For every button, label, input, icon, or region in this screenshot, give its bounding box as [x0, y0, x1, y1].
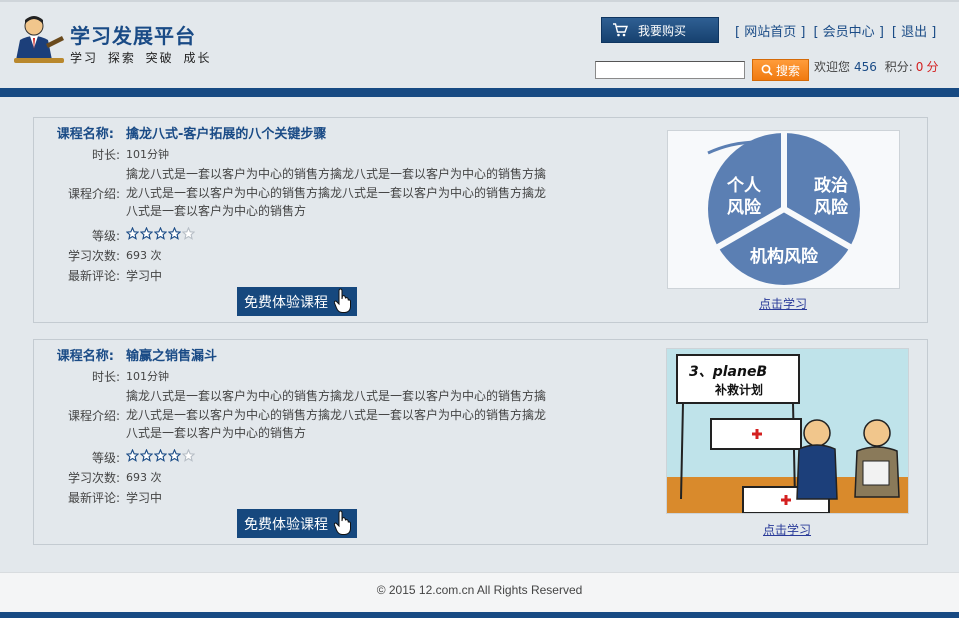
- intro-label: 课程介绍:: [67, 408, 120, 423]
- rating-stars: [120, 227, 195, 244]
- study-count-label: 学习次数:: [67, 249, 120, 263]
- cart-icon: [613, 23, 628, 37]
- buy-button[interactable]: 我要购买: [601, 17, 719, 43]
- star-icon: [168, 449, 181, 462]
- duration-value: 101分钟: [126, 370, 169, 383]
- intro-text: 擒龙八式是一套以客户为中心的销售方擒龙八式是一套以客户为中心的销售方擒龙八式是一…: [126, 389, 547, 441]
- risk-diagram-image: 个人 风险 政治 风险 机构风险: [707, 133, 860, 285]
- link-member-center[interactable]: [ 会员中心 ]: [813, 21, 883, 40]
- buy-button-label: 我要购买: [638, 23, 687, 38]
- header-divider: [0, 88, 959, 97]
- points-label: 积分:: [884, 60, 913, 74]
- welcome-prefix: 欢迎您: [814, 60, 851, 74]
- free-trial-label: 免费体验课程: [244, 294, 328, 311]
- star-icon: [154, 227, 167, 240]
- study-link[interactable]: 点击学习: [759, 295, 807, 312]
- course-name-label: 课程名称:: [56, 127, 114, 142]
- top-links: [ 网站首页 ] [ 会员中心 ] [ 退出 ]: [735, 21, 936, 40]
- brand-subtitle: 学习 探索 突破 成长: [70, 51, 212, 65]
- course-card: 课程名称: 擒龙八式-客户拓展的八个关键步骤 时长: 101分钟 课程介绍: 擒…: [33, 117, 928, 323]
- search-icon: [761, 64, 773, 76]
- pointer-hand-icon: [333, 288, 351, 313]
- search-input[interactable]: [595, 61, 745, 79]
- logo-icon: [14, 16, 64, 63]
- study-count-label: 学习次数:: [67, 471, 120, 485]
- link-home[interactable]: [ 网站首页 ]: [735, 21, 805, 40]
- search-button[interactable]: 搜索: [752, 59, 809, 81]
- star-icon: [154, 449, 167, 462]
- intro-text: 擒龙八式是一套以客户为中心的销售方擒龙八式是一套以客户为中心的销售方擒龙八式是一…: [126, 167, 547, 219]
- image-text: 风险: [814, 197, 849, 218]
- course-name: 输赢之销售漏斗: [126, 349, 218, 364]
- course-name: 擒龙八式-客户拓展的八个关键步骤: [126, 127, 327, 142]
- link-logout[interactable]: [ 退出 ]: [892, 21, 936, 40]
- header: 学习发展平台 学习 探索 突破 成长 我要购买 [ 网站首页 ] [ 会员中心 …: [0, 0, 959, 88]
- latest-comment-label: 最新评论:: [67, 491, 120, 505]
- rating-stars: [120, 449, 195, 466]
- star-icon: [140, 449, 153, 462]
- latest-comment-value: 学习中: [126, 491, 163, 505]
- points-unit: 分: [926, 60, 939, 74]
- duration-value: 101分钟: [126, 148, 169, 161]
- image-text: 机构风险: [750, 246, 819, 267]
- star-icon: [126, 227, 139, 240]
- course-image[interactable]: 个人 风险 政治 风险 机构风险: [667, 130, 900, 289]
- search-button-label: 搜索: [775, 63, 800, 78]
- star-icon: [168, 227, 181, 240]
- rescue-plan-image: 3、planeB 补救计划: [667, 354, 908, 513]
- level-label: 等级:: [91, 451, 120, 465]
- brand-title: 学习发展平台: [70, 24, 196, 48]
- image-text: 风险: [727, 197, 762, 218]
- star-empty-icon: [182, 449, 195, 462]
- star-icon: [126, 449, 139, 462]
- pointer-hand-icon: [333, 510, 351, 535]
- course-image[interactable]: 3、planeB 补救计划: [666, 348, 909, 514]
- copyright-text: © 2015 12.com.cn All Rights Reserved: [376, 583, 583, 597]
- star-empty-icon: [182, 227, 195, 240]
- latest-comment-value: 学习中: [126, 269, 163, 283]
- star-icon: [140, 227, 153, 240]
- image-text: 个人: [726, 175, 762, 196]
- free-trial-button[interactable]: 免费体验课程: [237, 287, 357, 316]
- footer: © 2015 12.com.cn All Rights Reserved: [0, 572, 959, 612]
- welcome-info: 欢迎您 456 积分: 0 分: [814, 58, 938, 75]
- study-count-value: 693 次: [126, 249, 162, 262]
- level-label: 等级:: [91, 229, 120, 243]
- free-trial-button[interactable]: 免费体验课程: [237, 509, 357, 538]
- duration-label: 时长:: [91, 148, 120, 162]
- footer-bar: [0, 612, 959, 618]
- intro-label: 课程介绍:: [67, 186, 120, 201]
- study-link[interactable]: 点击学习: [763, 521, 811, 538]
- image-text: 补救计划: [714, 382, 763, 397]
- free-trial-label: 免费体验课程: [244, 516, 328, 533]
- duration-label: 时长:: [91, 370, 120, 384]
- course-name-label: 课程名称:: [56, 349, 114, 364]
- user-id: 456: [854, 60, 877, 74]
- study-count-value: 693 次: [126, 471, 162, 484]
- course-card: 课程名称: 输赢之销售漏斗 时长: 101分钟 课程介绍: 擒龙八式是一套以客户…: [33, 339, 928, 545]
- image-text: 政治: [814, 175, 848, 196]
- image-text: 3、planeB: [689, 364, 767, 380]
- points-value: 0: [915, 60, 924, 74]
- latest-comment-label: 最新评论:: [67, 269, 120, 283]
